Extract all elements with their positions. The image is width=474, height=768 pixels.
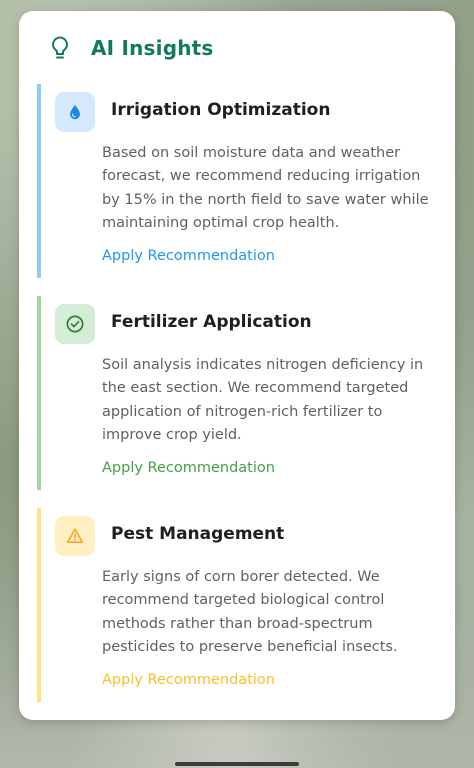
card-header: AI Insights: [49, 35, 214, 61]
insight-description: Based on soil moisture data and weather …: [102, 145, 429, 231]
insight-title: Irrigation Optimization: [111, 100, 331, 120]
insight-irrigation: Irrigation Optimization Based on soil mo…: [37, 84, 441, 278]
warning-triangle-icon: [66, 528, 84, 543]
apply-recommendation-link[interactable]: Apply Recommendation: [102, 248, 275, 264]
insight-description: Early signs of corn borer detected. We r…: [102, 569, 398, 655]
insight-description: Soil analysis indicates nitrogen deficie…: [102, 357, 424, 443]
insight-title: Pest Management: [111, 524, 285, 544]
ai-insights-card: AI Insights Irrigation Optimization Base…: [19, 11, 455, 720]
lightbulb-icon: [52, 36, 68, 59]
apply-recommendation-link[interactable]: Apply Recommendation: [102, 460, 275, 476]
home-indicator[interactable]: [175, 762, 299, 766]
insight-icon-box: [55, 92, 95, 132]
insight-icon-box: [55, 516, 95, 556]
apply-recommendation-link[interactable]: Apply Recommendation: [102, 672, 275, 688]
panel-title: AI Insights: [91, 36, 214, 60]
insight-title: Fertilizer Application: [111, 312, 312, 332]
insight-fertilizer: Fertilizer Application Soil analysis ind…: [37, 296, 441, 490]
insight-pest: Pest Management Early signs of corn bore…: [37, 508, 441, 702]
insight-icon-box: [55, 304, 95, 344]
check-circle-icon: [66, 315, 84, 333]
water-drop-icon: [70, 105, 80, 120]
